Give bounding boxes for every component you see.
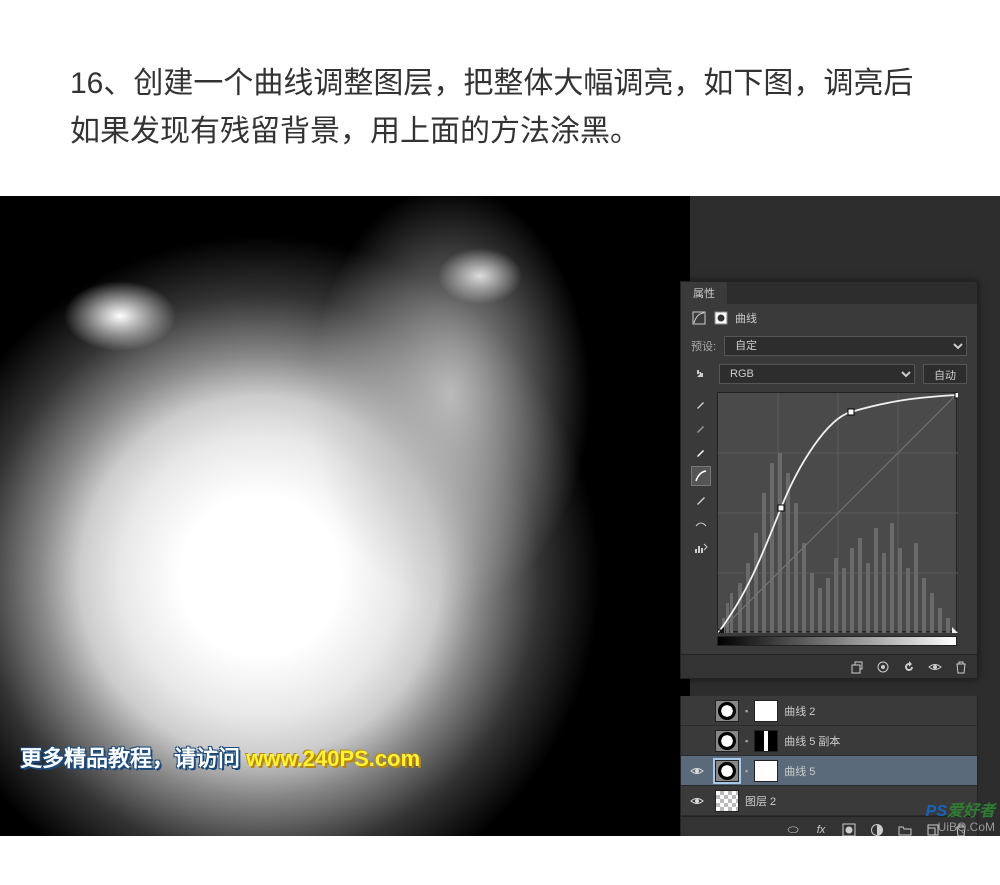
- screenshot-area: 更多精品教程，请访问 www.240PS.com 属性 曲线 预设: 自定: [0, 196, 1000, 836]
- watermark-main: 更多精品教程，请访问 www.240PS.com: [20, 741, 420, 773]
- eyedropper-white-icon[interactable]: [691, 442, 711, 462]
- layer-thumb: [715, 790, 739, 812]
- eye-icon: [690, 794, 704, 808]
- adjustment-type-label: 曲线: [735, 310, 757, 326]
- new-adjustment-icon[interactable]: [869, 823, 885, 837]
- layer-name: 图层 2: [745, 793, 776, 809]
- eye-icon: [690, 764, 704, 778]
- watermark-corner-text: 爱好者: [947, 803, 995, 820]
- adjustment-type-header: 曲线: [681, 304, 977, 332]
- panel-tabs: 属性: [681, 282, 977, 304]
- layer-name: 曲线 2: [784, 703, 815, 719]
- channel-select[interactable]: RGB: [719, 364, 915, 384]
- watermark-site: UiBQ.CoM: [938, 820, 995, 834]
- fx-icon[interactable]: fx: [813, 824, 829, 836]
- watermark-corner: PS爱好者: [926, 797, 995, 821]
- instruction-text: 16、创建一个曲线调整图层，把整体大幅调亮，如下图，调亮后如果发现有残留背景，用…: [0, 0, 1000, 196]
- add-mask-icon[interactable]: [841, 823, 857, 837]
- canvas[interactable]: 更多精品教程，请访问 www.240PS.com: [0, 196, 690, 836]
- layer-name: 曲线 5 副本: [784, 733, 840, 749]
- eyedropper-gray-icon[interactable]: [691, 418, 711, 438]
- watermark-url: www.240PS.com: [246, 746, 420, 771]
- auto-button[interactable]: 自动: [923, 364, 967, 384]
- link-layers-icon[interactable]: ⬭: [785, 822, 801, 837]
- curves-adjustment-icon: [691, 310, 707, 326]
- mask-icon[interactable]: [713, 310, 729, 326]
- reset-icon[interactable]: [901, 659, 917, 675]
- pencil-tool-icon[interactable]: [691, 490, 711, 510]
- visibility-toggle[interactable]: [685, 794, 709, 808]
- curves-tools: [691, 392, 713, 632]
- layer-row-curves-2[interactable]: ▪ 曲线 2: [681, 696, 977, 726]
- clip-histogram-icon[interactable]: [691, 538, 711, 558]
- mask-thumb[interactable]: [754, 700, 778, 722]
- mask-thumb[interactable]: [754, 730, 778, 752]
- link-icon: ▪: [745, 766, 748, 776]
- adjustment-thumb: [715, 760, 739, 782]
- preset-label: 预设:: [691, 338, 716, 354]
- clip-to-layer-icon[interactable]: [849, 659, 865, 675]
- adjustment-thumb: [715, 700, 739, 722]
- targeted-adjust-icon[interactable]: [691, 364, 711, 384]
- channel-row: RGB 自动: [681, 360, 977, 388]
- layer-row-curves-5[interactable]: ▪ 曲线 5: [681, 756, 977, 786]
- curve-point-tool-icon[interactable]: [691, 466, 711, 486]
- link-icon: ▪: [745, 706, 748, 716]
- layer-name: 曲线 5: [784, 763, 815, 779]
- properties-panel: 属性 曲线 预设: 自定 RGB 自动: [680, 281, 978, 679]
- preset-row: 预设: 自定: [681, 332, 977, 360]
- properties-footer: [681, 654, 977, 678]
- preset-select[interactable]: 自定: [724, 336, 967, 356]
- curves-graph[interactable]: [717, 392, 957, 632]
- link-icon: ▪: [745, 736, 748, 746]
- photo-preview: [0, 196, 690, 836]
- new-group-icon[interactable]: [897, 823, 913, 837]
- visibility-toggle-icon[interactable]: [927, 659, 943, 675]
- curves-editor: [681, 388, 977, 638]
- input-gradient-strip: [717, 636, 957, 646]
- watermark-prefix: 更多精品教程，请访问: [20, 746, 246, 771]
- properties-tab[interactable]: 属性: [681, 282, 727, 304]
- adjustment-thumb: [715, 730, 739, 752]
- smooth-tool-icon[interactable]: [691, 514, 711, 534]
- delete-adjustment-icon[interactable]: [953, 659, 969, 675]
- eyedropper-black-icon[interactable]: [691, 394, 711, 414]
- mask-thumb[interactable]: [754, 760, 778, 782]
- watermark-ps: PS: [926, 803, 947, 820]
- layer-row-curves-5-copy[interactable]: ▪ 曲线 5 副本: [681, 726, 977, 756]
- view-previous-icon[interactable]: [875, 659, 891, 675]
- visibility-toggle[interactable]: [685, 764, 709, 778]
